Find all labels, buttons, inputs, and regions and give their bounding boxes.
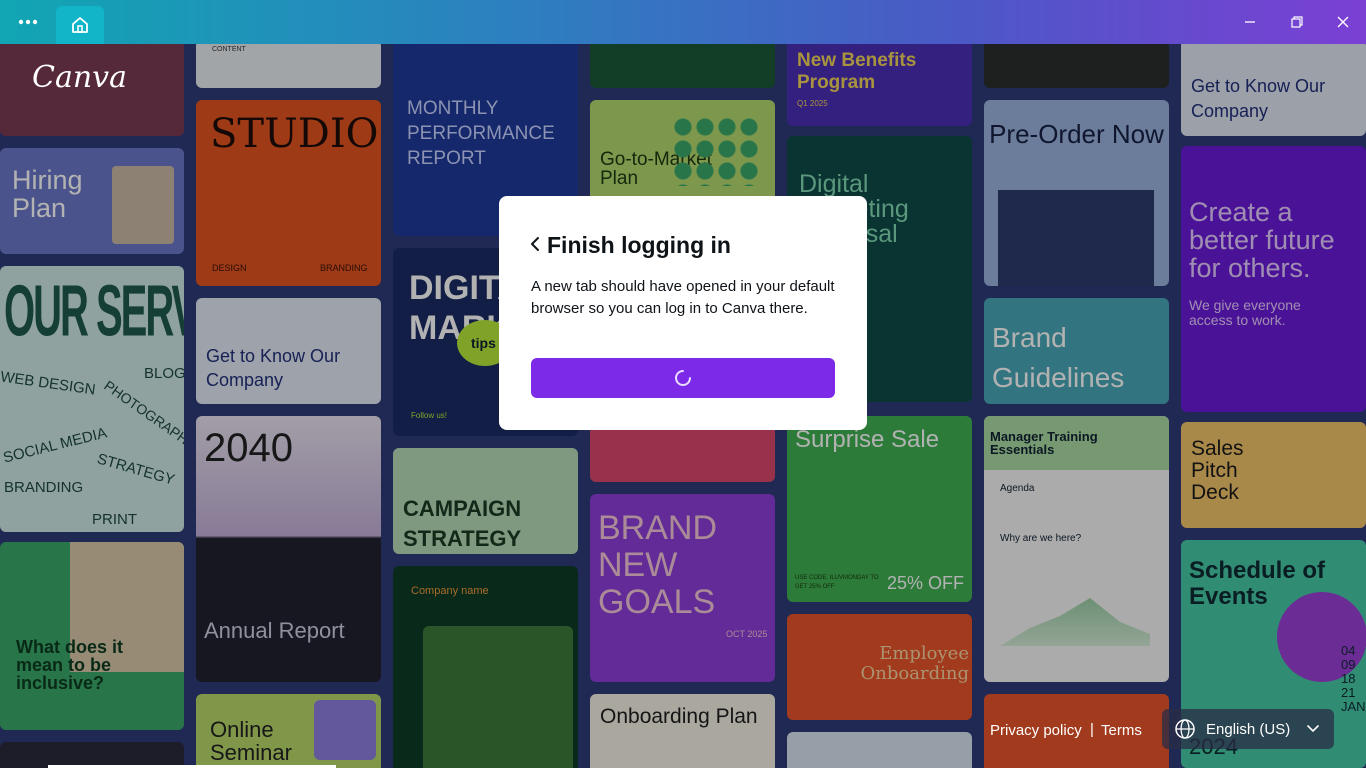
language-label: English (US)	[1206, 720, 1291, 738]
home-tab[interactable]	[56, 6, 104, 44]
login-dialog: Finish logging in A new tab should have …	[499, 196, 867, 430]
terms-link[interactable]: Terms	[1101, 722, 1142, 739]
close-icon[interactable]	[1323, 0, 1363, 44]
dialog-message: A new tab should have opened in your def…	[531, 278, 835, 317]
more-horizontal-icon[interactable]	[10, 0, 46, 44]
loading-spinner-icon	[675, 370, 691, 386]
chevron-down-icon	[1307, 725, 1319, 733]
title-bar	[0, 0, 1366, 44]
globe-icon	[1175, 719, 1195, 739]
minimize-icon[interactable]	[1230, 0, 1270, 44]
restore-icon[interactable]	[1277, 0, 1317, 44]
footer-separator: |	[1090, 721, 1094, 738]
privacy-policy-link[interactable]: Privacy policy	[990, 722, 1082, 739]
login-button[interactable]	[531, 358, 835, 398]
chevron-left-icon[interactable]	[527, 234, 543, 254]
dialog-title: Finish logging in	[547, 232, 731, 258]
canva-logo: Canva	[32, 60, 127, 95]
language-selector[interactable]: English (US)	[1162, 709, 1334, 749]
home-icon	[72, 17, 88, 33]
